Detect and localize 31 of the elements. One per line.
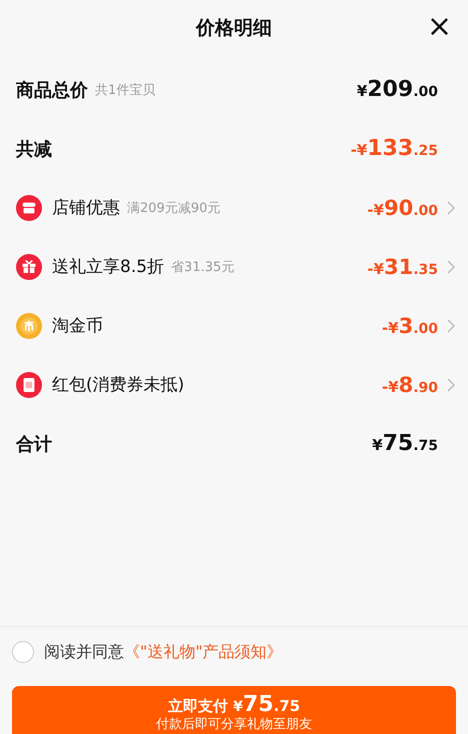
row-amount: ¥75.75 [372, 431, 438, 456]
row-label: 送礼立享8.5折 [52, 256, 164, 278]
chevron-right-icon[interactable] [446, 260, 456, 274]
row-label: 共减 [16, 138, 52, 160]
row-label: 合计 [16, 432, 52, 456]
row-label: 商品总价 [16, 78, 88, 102]
terms-link[interactable]: 《"送礼物"产品须知》 [124, 642, 283, 662]
row-amount: -¥8.90 [382, 372, 438, 396]
row-amount: ¥209.00 [356, 77, 438, 102]
envelope-icon [16, 372, 42, 398]
sheet-title: 价格明细 [196, 16, 272, 41]
chevron-right-icon[interactable] [446, 318, 456, 332]
row-note: 满209元减90元 [127, 200, 220, 216]
row-label: 淘金币 [52, 315, 103, 337]
agree-text: 阅读并同意 [44, 642, 124, 662]
row-amount: -¥3.00 [382, 314, 438, 338]
row-note: 省31.35元 [171, 258, 234, 276]
gift-icon [16, 254, 42, 280]
row-label: 店铺优惠 [52, 197, 120, 219]
row-amount: -¥31.35 [367, 254, 438, 278]
row-label: 红包(消费券未抵) [52, 374, 184, 396]
close-button[interactable]: × [422, 12, 456, 42]
row-amount: -¥133.25 [350, 136, 438, 161]
agree-radio[interactable] [12, 641, 34, 663]
pay-button[interactable]: 立即支付 ¥75.75 付款后即可分享礼物至朋友 [12, 686, 456, 734]
chevron-right-icon[interactable] [446, 378, 456, 392]
row-note: 共1件宝贝 [95, 82, 156, 98]
row-amount: -¥90.00 [367, 196, 438, 220]
coin-icon [16, 312, 42, 338]
store-icon [16, 194, 42, 220]
chevron-right-icon[interactable] [446, 200, 456, 214]
